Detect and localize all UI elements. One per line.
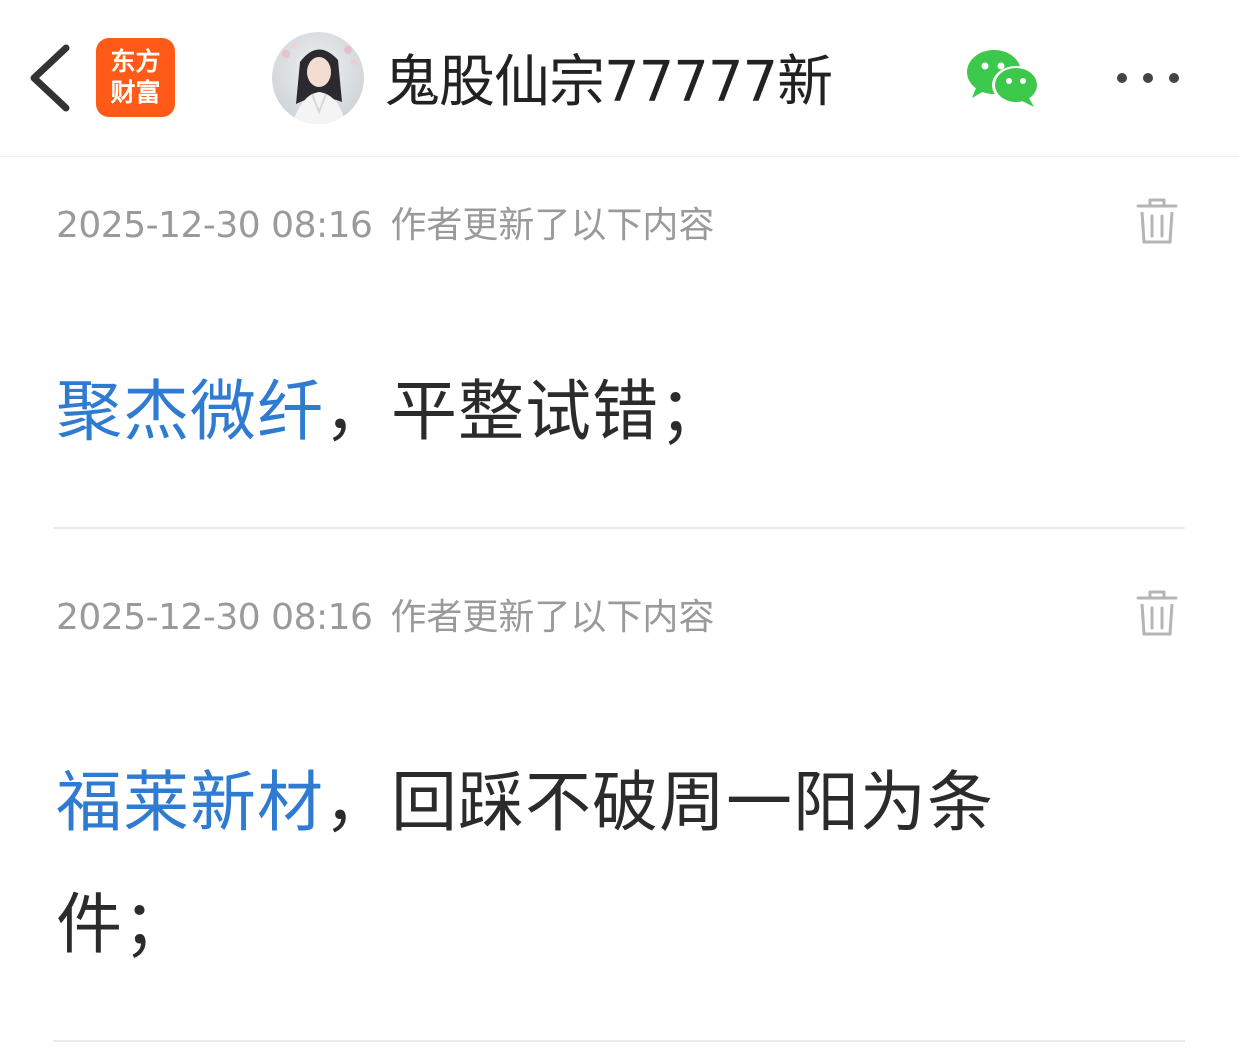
- delete-button[interactable]: [1134, 588, 1180, 638]
- trash-icon: [1136, 198, 1178, 244]
- entry-timestamp: 2025-12-30 08:16: [56, 597, 373, 638]
- wechat-share-button[interactable]: [966, 48, 1042, 110]
- entry-update-note: 作者更新了以下内容: [390, 205, 715, 246]
- entry-timestamp: 2025-12-30 08:16: [56, 205, 373, 246]
- stock-link[interactable]: 福莱新材: [56, 764, 324, 841]
- entry-content: 福莱新材，回踩不破周一阳为条件；: [56, 742, 1096, 986]
- update-entry: 2025-12-30 08:16 作者更新了以下内容 聚杰微纤，平整试错；: [0, 196, 1239, 536]
- logo-text-line2: 财富: [110, 78, 161, 107]
- entry-text: ，平整试错；: [324, 373, 726, 450]
- entry-content: 聚杰微纤，平整试错；: [56, 351, 1136, 473]
- top-nav-bar: 东方 财富 鬼股仙宗77777新: [0, 0, 1239, 157]
- logo-text-line1: 东方: [110, 47, 161, 76]
- author-name[interactable]: 鬼股仙宗77777新: [384, 37, 833, 118]
- divider: [53, 527, 1185, 529]
- more-dots-icon: [1117, 73, 1179, 83]
- entry-update-note: 作者更新了以下内容: [390, 597, 715, 638]
- app-logo: 东方 财富: [96, 38, 175, 117]
- back-button[interactable]: [22, 38, 82, 118]
- more-options-button[interactable]: [1112, 60, 1188, 96]
- divider: [53, 1040, 1185, 1042]
- trash-icon: [1136, 590, 1178, 636]
- author-profile[interactable]: 鬼股仙宗77777新: [272, 30, 833, 125]
- entry-meta: 2025-12-30 08:16 作者更新了以下内容: [56, 588, 714, 640]
- entry-meta: 2025-12-30 08:16 作者更新了以下内容: [56, 196, 714, 248]
- stock-link[interactable]: 聚杰微纤: [56, 373, 324, 450]
- delete-button[interactable]: [1134, 196, 1180, 246]
- avatar[interactable]: [272, 31, 364, 124]
- avatar-image: [272, 31, 364, 124]
- chevron-left-icon: [30, 44, 70, 112]
- update-entry: 2025-12-30 08:16 作者更新了以下内容 福莱新材，回踩不破周一阳为条…: [0, 588, 1239, 1048]
- wechat-icon: [967, 50, 1040, 107]
